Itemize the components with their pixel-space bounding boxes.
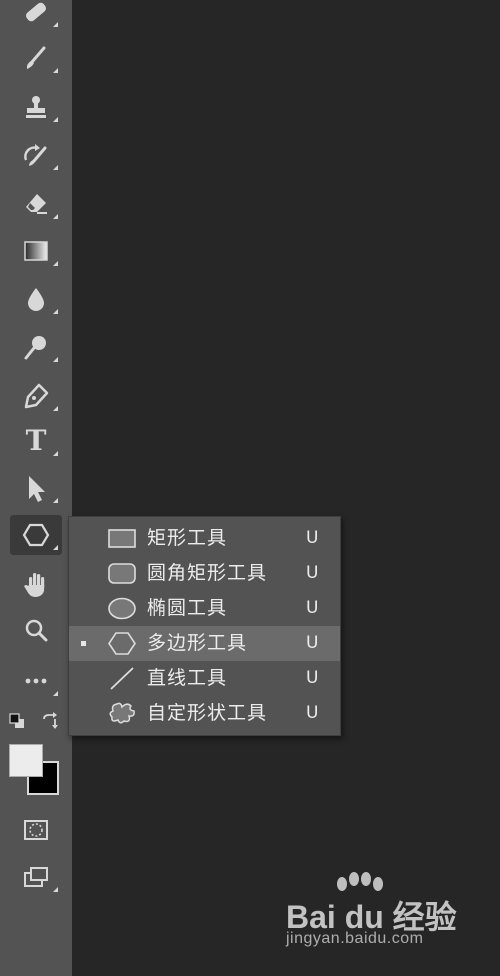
tool-group-indicator — [53, 545, 58, 550]
line-icon — [110, 667, 134, 690]
menu-item-label: 矩形工具 — [147, 527, 228, 549]
baidu-jingyan-watermark: Bai du 经验 jingyan.baidu.com — [280, 872, 460, 958]
default-colors-icon — [9, 713, 24, 728]
menu-item-rounded-rectangle-tool[interactable]: 圆角矩形工具 U — [69, 556, 340, 591]
gradient-tool[interactable] — [10, 231, 62, 271]
menu-item-line-tool[interactable]: 直线工具 U — [69, 661, 340, 696]
screen-mode-button[interactable] — [10, 857, 62, 897]
tool-group-indicator — [53, 451, 58, 456]
polygon-icon — [108, 632, 136, 655]
path-selection-tool[interactable] — [10, 468, 62, 508]
shortcut-key: U — [306, 563, 319, 583]
quick-mask-icon — [24, 820, 48, 840]
swap-colors-button[interactable] — [40, 712, 60, 730]
clone-stamp-tool[interactable] — [10, 87, 62, 127]
tool-group-indicator — [53, 309, 58, 314]
menu-item-label: 椭圆工具 — [147, 597, 228, 619]
hand-icon — [24, 573, 45, 597]
shortcut-key: U — [306, 668, 319, 688]
eraser-icon — [26, 194, 47, 214]
blur-tool[interactable] — [10, 279, 62, 319]
type-icon: T — [25, 424, 47, 457]
menu-item-label: 自定形状工具 — [147, 702, 268, 724]
ellipse-icon — [108, 597, 136, 620]
tool-group-indicator — [53, 165, 58, 170]
tool-group-indicator — [53, 498, 58, 503]
tool-group-indicator — [53, 887, 58, 892]
brush-icon — [26, 46, 46, 69]
brush-tool[interactable] — [10, 38, 62, 78]
shape-tool[interactable] — [10, 515, 62, 555]
shortcut-key: U — [306, 703, 319, 723]
ellipsis-icon — [25, 678, 47, 684]
history-brush-tool[interactable] — [10, 135, 62, 175]
rounded-rectangle-icon — [108, 563, 136, 584]
zoom-tool[interactable] — [10, 611, 62, 651]
pen-icon — [24, 383, 49, 409]
tool-group-indicator — [53, 22, 58, 27]
tool-group-indicator — [53, 691, 58, 696]
stamp-icon — [26, 96, 46, 118]
healing-brush-tool[interactable] — [10, 0, 62, 32]
rectangle-icon — [108, 529, 136, 548]
arrow-icon — [29, 476, 45, 502]
tool-group-indicator — [53, 406, 58, 411]
shortcut-key: U — [306, 528, 319, 548]
polygon-icon — [22, 523, 50, 547]
menu-item-label: 多边形工具 — [147, 632, 248, 654]
type-tool[interactable]: T — [10, 421, 62, 461]
screen-mode-icon — [24, 867, 48, 887]
bandage-icon — [25, 2, 47, 22]
menu-item-ellipse-tool[interactable]: 椭圆工具 U — [69, 591, 340, 626]
eraser-tool[interactable] — [10, 184, 62, 224]
tool-group-indicator — [53, 214, 58, 219]
pen-tool[interactable] — [10, 376, 62, 416]
gradient-icon — [24, 241, 48, 261]
history-brush-icon — [24, 144, 47, 166]
menu-item-label: 圆角矩形工具 — [147, 562, 268, 584]
dodge-tool[interactable] — [10, 327, 62, 367]
tool-group-indicator — [53, 117, 58, 122]
swap-colors-icon — [43, 712, 58, 729]
tool-group-indicator — [53, 68, 58, 73]
menu-item-polygon-tool[interactable]: 多边形工具 U — [69, 626, 340, 661]
tool-group-indicator — [53, 261, 58, 266]
magnifier-icon — [25, 619, 48, 642]
shortcut-key: U — [306, 598, 319, 618]
quick-mask-button[interactable] — [10, 810, 62, 850]
hand-tool[interactable] — [10, 564, 62, 604]
custom-shape-icon — [109, 702, 135, 724]
selected-indicator — [81, 641, 86, 646]
drop-icon — [28, 288, 44, 311]
shape-tools-flyout-menu: 矩形工具 U 圆角矩形工具 U 椭圆工具 U 多边形工具 U 直线工具 U 自定… — [68, 516, 341, 736]
menu-item-rectangle-tool[interactable]: 矩形工具 U — [69, 521, 340, 556]
watermark-url: jingyan.baidu.com — [286, 930, 424, 947]
foreground-color-swatch[interactable] — [9, 744, 43, 777]
default-colors-button[interactable] — [9, 713, 25, 729]
shortcut-key: U — [306, 633, 319, 653]
dodge-icon — [24, 336, 46, 360]
menu-item-custom-shape-tool[interactable]: 自定形状工具 U — [69, 696, 340, 731]
menu-item-label: 直线工具 — [147, 667, 228, 689]
tool-group-indicator — [53, 357, 58, 362]
tools-panel: T — [0, 0, 72, 976]
more-tools-button[interactable] — [10, 661, 62, 701]
